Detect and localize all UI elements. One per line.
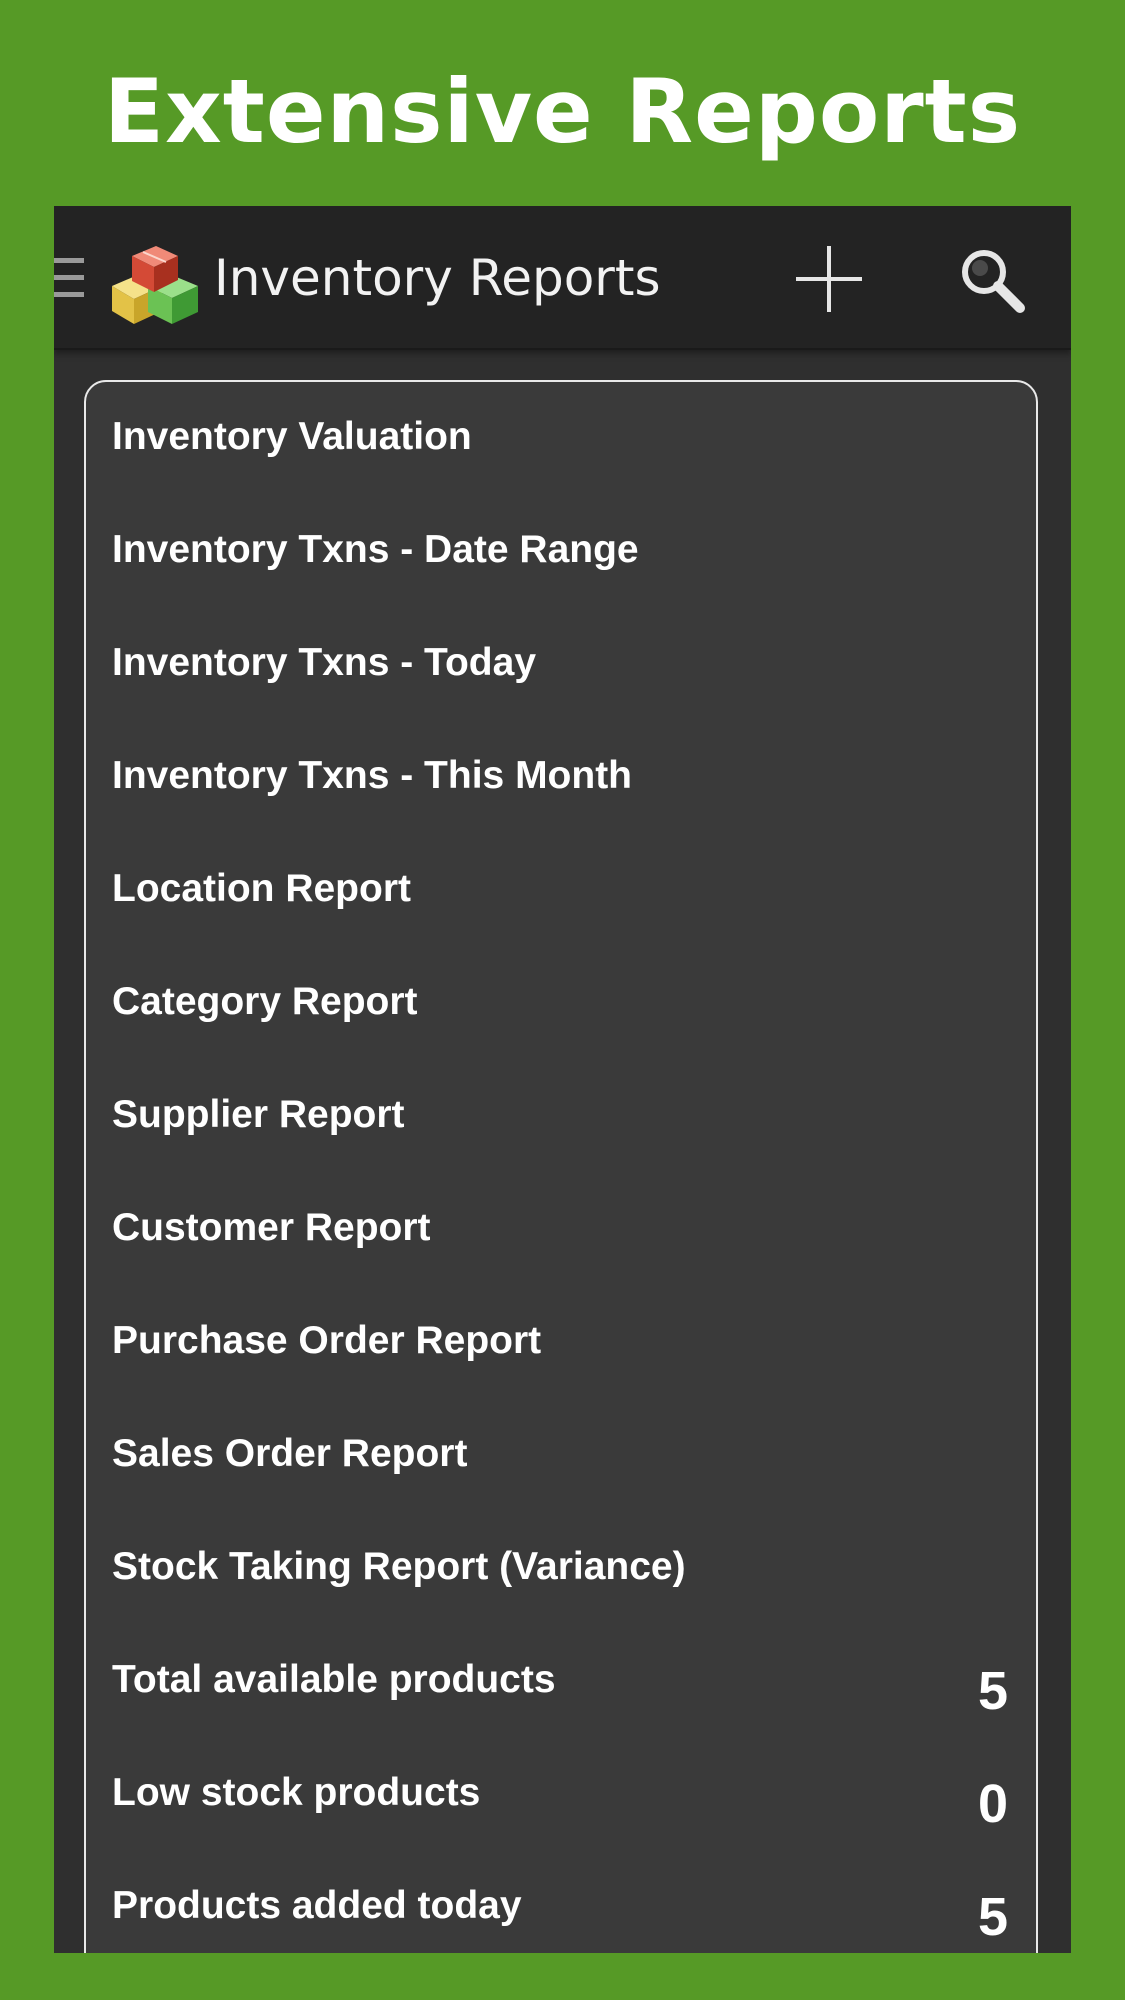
- app-screen: Inventory Reports Inventory Valuation In…: [54, 206, 1071, 1953]
- report-label: Inventory Txns - Date Range: [112, 528, 639, 571]
- report-item-location-report[interactable]: Location Report: [86, 834, 1036, 947]
- report-item-supplier-report[interactable]: Supplier Report: [86, 1060, 1036, 1173]
- report-label: Customer Report: [112, 1206, 431, 1249]
- drawer-icon[interactable]: [54, 258, 84, 298]
- report-label: Products added today: [112, 1884, 522, 1927]
- report-item-category-report[interactable]: Category Report: [86, 947, 1036, 1060]
- report-label: Sales Order Report: [112, 1432, 468, 1475]
- action-bar: Inventory Reports: [54, 206, 1071, 350]
- report-count: 5: [977, 1661, 1008, 1721]
- report-label: Stock Taking Report (Variance): [112, 1545, 686, 1588]
- banner-title: Extensive Reports: [103, 60, 1022, 163]
- report-item-total-available-products[interactable]: Total available products 5: [86, 1625, 1036, 1738]
- screen-title: Inventory Reports: [214, 249, 661, 307]
- report-label: Total available products: [112, 1658, 556, 1701]
- report-item-inventory-valuation[interactable]: Inventory Valuation: [86, 382, 1036, 495]
- report-item-customer-report[interactable]: Customer Report: [86, 1173, 1036, 1286]
- inventory-boxes-icon: [112, 246, 198, 324]
- report-label: Category Report: [112, 980, 418, 1023]
- report-list: Inventory Valuation Inventory Txns - Dat…: [84, 380, 1038, 1953]
- report-item-inventory-txns-this-month[interactable]: Inventory Txns - This Month: [86, 721, 1036, 834]
- report-label: Supplier Report: [112, 1093, 405, 1136]
- search-icon[interactable]: [958, 246, 1026, 314]
- report-item-products-added-today[interactable]: Products added today 5: [86, 1851, 1036, 1953]
- report-item-inventory-txns-today[interactable]: Inventory Txns - Today: [86, 608, 1036, 721]
- report-label: Low stock products: [112, 1771, 481, 1814]
- add-icon[interactable]: [794, 244, 864, 314]
- report-count: 5: [977, 1887, 1008, 1947]
- report-item-low-stock-products[interactable]: Low stock products 0: [86, 1738, 1036, 1851]
- report-item-inventory-txns-date-range[interactable]: Inventory Txns - Date Range: [86, 495, 1036, 608]
- report-item-purchase-order-report[interactable]: Purchase Order Report: [86, 1286, 1036, 1399]
- report-label: Inventory Valuation: [112, 415, 472, 458]
- report-item-sales-order-report[interactable]: Sales Order Report: [86, 1399, 1036, 1512]
- report-item-stock-taking-report[interactable]: Stock Taking Report (Variance): [86, 1512, 1036, 1625]
- report-count: 0: [977, 1774, 1008, 1834]
- report-label: Location Report: [112, 867, 411, 910]
- report-label: Inventory Txns - Today: [112, 641, 537, 684]
- report-label: Purchase Order Report: [112, 1319, 542, 1362]
- report-label: Inventory Txns - This Month: [112, 754, 633, 797]
